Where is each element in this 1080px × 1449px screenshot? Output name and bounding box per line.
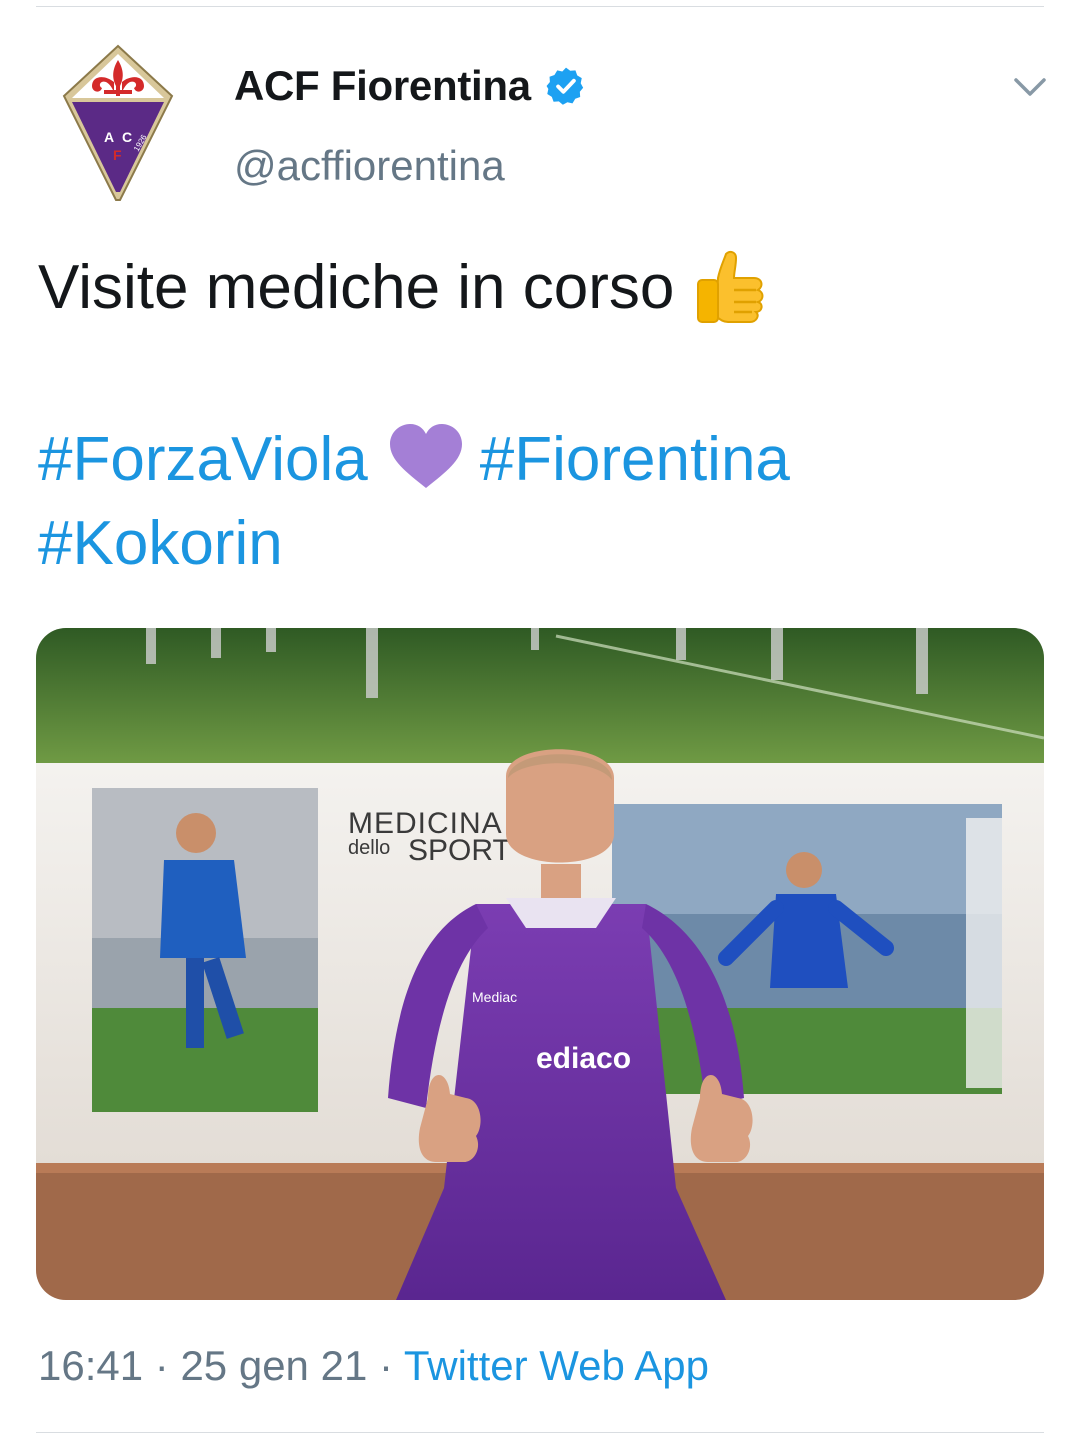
svg-text:F: F bbox=[113, 147, 122, 163]
fiorentina-crest-avatar[interactable]: A C F 1926 bbox=[58, 42, 178, 204]
display-name[interactable]: ACF Fiorentina bbox=[234, 62, 531, 110]
author-handle[interactable]: @acffiorentina bbox=[234, 142, 505, 190]
tweet-meta: 16:41 · 25 gen 21 · Twitter Web App bbox=[38, 1342, 709, 1390]
jacket-sponsor-text: ediaco bbox=[536, 1042, 631, 1075]
jacket-chest-text: Mediac bbox=[472, 989, 517, 1005]
hashtag-fiorentina[interactable]: #Fiorentina bbox=[480, 425, 790, 494]
hashtag-forzaviola[interactable]: #ForzaViola bbox=[38, 425, 368, 494]
tweet-text-body: Visite mediche in corso bbox=[38, 253, 675, 322]
tweet-photo-illustration: MEDICINA dello SPORT Mediac ediaco bbox=[36, 628, 1044, 1300]
author-name-row[interactable]: ACF Fiorentina bbox=[234, 62, 587, 110]
verified-badge-icon bbox=[546, 67, 583, 105]
tweet-time[interactable]: 16:41 bbox=[38, 1342, 143, 1389]
tweet-text: Visite mediche in corso bbox=[38, 250, 766, 326]
tweet-date[interactable]: 25 gen 21 bbox=[180, 1342, 367, 1389]
thumbs-up-icon bbox=[697, 250, 764, 323]
tweet-source-link[interactable]: Twitter Web App bbox=[404, 1342, 709, 1389]
meta-separator-2: · bbox=[378, 1342, 393, 1389]
meta-separator-1: · bbox=[154, 1342, 169, 1389]
svg-text:A: A bbox=[104, 129, 114, 145]
hashtag-kokorin[interactable]: #Kokorin bbox=[38, 509, 283, 578]
top-divider bbox=[36, 6, 1044, 7]
purple-heart-icon bbox=[389, 424, 462, 488]
hashtags: #ForzaViola #Fiorentina #Kokorin bbox=[38, 418, 1048, 586]
sign-sport: SPORT bbox=[408, 834, 511, 867]
bottom-divider bbox=[36, 1432, 1044, 1433]
chevron-down-icon[interactable] bbox=[1010, 72, 1050, 102]
svg-text:C: C bbox=[122, 129, 132, 145]
sign-dello: dello bbox=[348, 837, 390, 859]
tweet-photo[interactable]: MEDICINA dello SPORT Mediac ediaco bbox=[36, 628, 1044, 1300]
